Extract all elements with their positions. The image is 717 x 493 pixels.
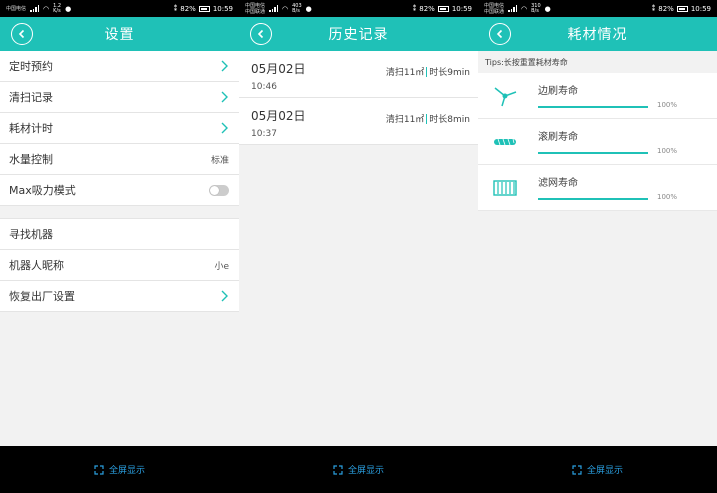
settings-screen: 中国电信 ◠ 1.2 K/s ● ⁑ 82% 10:59 设置 定时预约 清扫记…: [0, 0, 239, 446]
vibrate-icon: ⁑: [173, 4, 178, 13]
settings-group-2: 寻找机器 机器人昵称 小e 恢复出厂设置: [0, 219, 239, 312]
consumable-name: 边刷寿命: [538, 86, 578, 97]
fullscreen-button[interactable]: 全屏显示: [0, 446, 239, 493]
signal-icon: [508, 5, 518, 12]
row-max-suction: Max吸力模式: [0, 175, 239, 206]
separator: [426, 66, 428, 77]
chat-icon: ●: [544, 4, 551, 13]
row-consumables-timer[interactable]: 耗材计时: [0, 113, 239, 144]
fullscreen-label: 全屏显示: [347, 466, 384, 476]
back-button[interactable]: [11, 23, 33, 45]
row-factory-reset[interactable]: 恢复出厂设置: [0, 281, 239, 312]
consumables-screen: 中国电信 中国联通 ◠ 310 B/s ● ⁑ 82% 10:59 耗材情况 T…: [478, 0, 717, 446]
percent-label: 100%: [656, 193, 677, 201]
roller-brush-icon: [490, 130, 520, 154]
nickname-value: 小e: [214, 261, 229, 272]
status-bar: 中国电信 中国联通 ◠ 310 B/s ● ⁑ 82% 10:59: [478, 0, 717, 17]
chat-icon: ●: [305, 4, 312, 13]
battery-icon: [437, 5, 449, 12]
carrier-name-2: 中国联通: [484, 8, 505, 15]
wifi-icon: ◠: [521, 4, 528, 13]
carrier-name-2: 中国联通: [245, 8, 266, 15]
signal-icon: [269, 5, 279, 12]
vibrate-icon: ⁑: [412, 4, 417, 13]
divider: [0, 206, 239, 219]
clock: 10:59: [690, 4, 711, 13]
water-level-value: 标准: [210, 155, 229, 166]
back-button[interactable]: [250, 23, 272, 45]
battery-icon: [198, 5, 210, 12]
history-item[interactable]: 05月02日 10:37 清扫11㎡ 时长8min: [239, 98, 478, 145]
nav-bar: 历史记录: [239, 17, 478, 51]
fullscreen-button[interactable]: 全屏显示: [478, 446, 717, 493]
consumable-name: 滤网寿命: [538, 178, 578, 189]
chevron-left-icon: [18, 29, 25, 39]
chevron-right-icon: [221, 122, 228, 134]
status-bar: 中国电信 ◠ 1.2 K/s ● ⁑ 82% 10:59: [0, 0, 239, 17]
battery-icon: [676, 5, 688, 12]
nav-bar: 设置: [0, 17, 239, 51]
history-area: 清扫11㎡: [385, 68, 425, 78]
history-time: 10:46: [251, 82, 277, 92]
battery-percent: 82%: [180, 4, 196, 13]
history-area: 清扫11㎡: [385, 115, 425, 125]
row-find-robot[interactable]: 寻找机器: [0, 219, 239, 250]
side-brush-icon: [490, 84, 520, 108]
page-title: 历史记录: [328, 27, 389, 43]
consumable-roller-brush[interactable]: 滚刷寿命 100%: [478, 119, 717, 165]
percent-label: 100%: [656, 101, 677, 109]
chevron-left-icon: [257, 29, 264, 39]
percent-label: 100%: [656, 147, 677, 155]
page-title: 设置: [104, 27, 135, 43]
history-item[interactable]: 05月02日 10:46 清扫11㎡ 时长9min: [239, 51, 478, 98]
settings-group-1: 定时预约 清扫记录 耗材计时 水量控制 标准 Max吸力模式: [0, 51, 239, 206]
row-robot-nickname[interactable]: 机器人昵称 小e: [0, 250, 239, 281]
tips-text: Tips:长按重置耗材寿命: [478, 51, 717, 73]
filter-icon: [490, 176, 520, 200]
nav-bar: 耗材情况: [478, 17, 717, 51]
chat-icon: ●: [65, 4, 72, 13]
fullscreen-label: 全屏显示: [108, 466, 145, 476]
progress-bar: [538, 106, 648, 108]
progress-bar: [538, 152, 648, 154]
consumable-filter[interactable]: 滤网寿命 100%: [478, 165, 717, 211]
chevron-right-icon: [221, 91, 228, 103]
wifi-icon: ◠: [43, 4, 50, 13]
separator: [426, 113, 428, 124]
history-time: 10:37: [251, 129, 277, 139]
back-button[interactable]: [489, 23, 511, 45]
row-schedule[interactable]: 定时预约: [0, 51, 239, 82]
consumable-name: 滚刷寿命: [538, 132, 578, 143]
clock: 10:59: [212, 4, 233, 13]
history-duration: 时长9min: [429, 68, 470, 78]
fullscreen-icon: [94, 464, 104, 475]
battery-percent: 82%: [658, 4, 674, 13]
consumable-side-brush[interactable]: 边刷寿命 100%: [478, 73, 717, 119]
progress-bar: [538, 198, 648, 200]
battery-percent: 82%: [419, 4, 435, 13]
chevron-left-icon: [496, 29, 503, 39]
clock: 10:59: [451, 4, 472, 13]
history-screen: 中国电信 中国联通 ◠ 403 B/s ● ⁑ 82% 10:59 历史记录 0…: [239, 0, 478, 446]
max-suction-toggle[interactable]: [209, 184, 229, 196]
signal-icon: [30, 5, 40, 12]
bottom-bar: 全屏显示 全屏显示 全屏显示: [0, 446, 717, 493]
fullscreen-icon: [333, 464, 343, 475]
carrier-name: 中国电信: [6, 5, 27, 12]
screens: 中国电信 ◠ 1.2 K/s ● ⁑ 82% 10:59 设置 定时预约 清扫记…: [0, 0, 717, 446]
chevron-right-icon: [221, 290, 228, 302]
fullscreen-label: 全屏显示: [586, 466, 623, 476]
wifi-icon: ◠: [282, 4, 289, 13]
history-duration: 时长8min: [429, 115, 470, 125]
fullscreen-button[interactable]: 全屏显示: [239, 446, 478, 493]
status-bar: 中国电信 中国联通 ◠ 403 B/s ● ⁑ 82% 10:59: [239, 0, 478, 17]
fullscreen-icon: [572, 464, 582, 475]
row-water-level[interactable]: 水量控制 标准: [0, 144, 239, 175]
page-title: 耗材情况: [567, 27, 628, 43]
row-clean-records[interactable]: 清扫记录: [0, 82, 239, 113]
chevron-right-icon: [221, 60, 228, 72]
vibrate-icon: ⁑: [651, 4, 656, 13]
